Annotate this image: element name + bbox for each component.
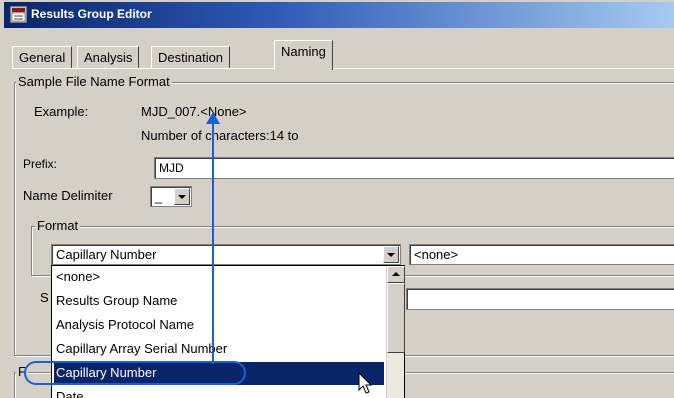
annotation-arrow-head-icon bbox=[206, 112, 220, 124]
name-delimiter-value: _ bbox=[155, 189, 163, 204]
scroll-thumb[interactable] bbox=[387, 283, 405, 353]
chevron-down-icon[interactable] bbox=[383, 246, 399, 263]
example-label: Example: bbox=[34, 104, 89, 119]
tab-destination[interactable]: Destination bbox=[151, 46, 231, 68]
name-delimiter-select[interactable]: _ bbox=[150, 186, 192, 207]
format-field-1-value: Capillary Number bbox=[56, 247, 157, 262]
scroll-up-icon[interactable] bbox=[387, 266, 405, 283]
example-value: MJD_007.<None> bbox=[141, 104, 247, 119]
annotation-highlight-oval bbox=[24, 361, 246, 385]
annotation-arrow-line bbox=[212, 121, 214, 364]
tab-analysis[interactable]: Analysis bbox=[77, 46, 140, 68]
dropdown-item-date[interactable]: Date bbox=[54, 386, 384, 398]
arrow-cursor-icon bbox=[358, 372, 373, 394]
format-label: Format bbox=[35, 218, 81, 233]
format-field-2-select[interactable]: <none> bbox=[409, 244, 674, 265]
format-field-1-select[interactable]: Capillary Number bbox=[51, 244, 401, 265]
dropdown-item-capillary-array-serial-number[interactable]: Capillary Array Serial Number bbox=[54, 338, 384, 361]
format-field-2-value: <none> bbox=[414, 247, 459, 262]
dropdown-item-results-group-name[interactable]: Results Group Name bbox=[54, 290, 384, 313]
prefix-input[interactable]: MJD bbox=[154, 157, 674, 179]
dropdown-scrollbar[interactable] bbox=[386, 266, 405, 398]
prefix-label: Prefix: bbox=[23, 157, 58, 171]
sample-file-name-format-label: Sample File Name Format bbox=[16, 74, 172, 89]
number-of-characters: Number of characters:14 to bbox=[141, 128, 299, 143]
partial-label-s: S bbox=[40, 290, 49, 305]
tab-divider bbox=[12, 68, 674, 69]
tab-naming[interactable]: Naming bbox=[274, 40, 333, 70]
tab-general[interactable]: General bbox=[12, 46, 73, 68]
tab-strip: General Analysis Destination Naming bbox=[4, 0, 674, 70]
partial-input[interactable] bbox=[406, 288, 674, 310]
results-group-editor-window: Results Group Editor General Analysis De… bbox=[4, 0, 674, 398]
name-delimiter-label: Name Delimiter bbox=[23, 188, 113, 203]
dropdown-item-analysis-protocol-name[interactable]: Analysis Protocol Name bbox=[54, 314, 384, 337]
chevron-down-icon[interactable] bbox=[174, 188, 190, 205]
dropdown-item-none[interactable]: <none> bbox=[54, 266, 384, 289]
